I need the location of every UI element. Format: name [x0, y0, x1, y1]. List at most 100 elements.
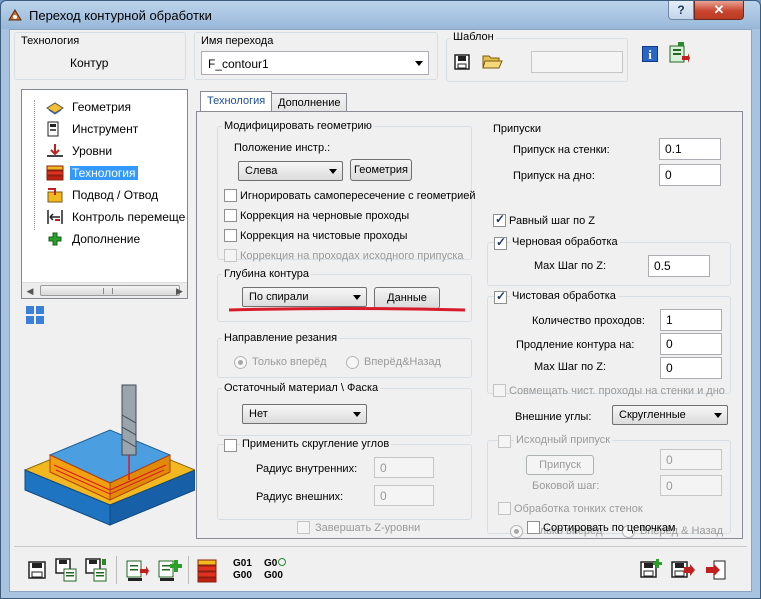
chevron-down-icon	[329, 169, 337, 174]
levels-icon	[47, 144, 63, 157]
wall-allowance-field[interactable]: 0.1	[659, 138, 721, 160]
allowances-title: Припуски	[493, 123, 541, 135]
g-code-preview-button[interactable]: G01 G00	[233, 558, 257, 584]
geometry-option-label: Игнорировать самопересечение с геометрие…	[240, 190, 476, 202]
sort-chains-checkbox[interactable]	[527, 521, 540, 534]
tree-item-label: Уровни	[72, 144, 113, 158]
geometry-option-label: Коррекция на проходах исходного припуска	[240, 250, 464, 262]
save-and-add-icon[interactable]	[639, 558, 663, 582]
geometry-option-label: Коррекция на черновые проходы	[240, 210, 410, 222]
stock-allowance-checkbox[interactable]	[498, 435, 511, 448]
grid-view-icon[interactable]	[26, 306, 44, 324]
cut-direction-title: Направление резания	[222, 332, 340, 344]
operation-name-combo[interactable]: F_contour1	[201, 51, 429, 75]
contour-extension-field[interactable]: 0	[660, 333, 722, 355]
finish-z-levels-label: Завершать Z-уровни	[315, 522, 421, 534]
calculate-icon[interactable]	[124, 557, 150, 583]
stock-allowance-title: Исходный припуск	[514, 434, 613, 446]
g00-label-2: G00	[264, 570, 283, 581]
combine-finish-checkbox[interactable]	[493, 384, 506, 397]
geometry-option-checkbox[interactable]	[224, 249, 237, 262]
outer-corners-value: Скругленные	[619, 409, 686, 421]
forward-back-radio[interactable]	[346, 356, 359, 369]
inner-radius-field[interactable]: 0	[374, 457, 434, 478]
technology-panel: Модифицировать геометрию Положение инстр…	[196, 111, 743, 539]
open-folder-icon[interactable]	[481, 51, 503, 71]
scroll-left-icon[interactable]: ◀	[22, 283, 38, 299]
corner-rounding-title: Применить скругление углов	[240, 438, 392, 450]
close-button[interactable]: ✕	[694, 1, 744, 20]
corner-rounding-checkbox[interactable]	[224, 439, 237, 452]
scroll-right-icon[interactable]: ▶	[172, 283, 187, 299]
help-button[interactable]: ?	[668, 1, 694, 20]
template-field[interactable]	[531, 51, 623, 73]
geometry-option-label: Коррекция на чистовые проходы	[240, 230, 408, 242]
stock-forward-only-radio[interactable]	[510, 525, 523, 538]
geometry-button[interactable]: Геометрия	[350, 159, 412, 181]
contour-depth-combo[interactable]: По спирали	[242, 287, 367, 307]
outer-corners-label: Внешние углы:	[515, 411, 592, 423]
geometry-option-checkbox[interactable]	[224, 209, 237, 222]
residual-material-value: Нет	[249, 408, 268, 420]
outer-radius-field[interactable]: 0	[374, 485, 434, 506]
cut-direction-group: Направление резания Только вперёд Вперёд…	[217, 332, 472, 378]
tree-item-label: Технология	[70, 166, 138, 180]
rough-cutting-checkbox[interactable]	[494, 235, 507, 250]
stock-allowance-group: Исходный припуск Припуск 0 Боковой шаг: …	[487, 434, 731, 538]
gear-icon	[278, 558, 287, 566]
tool-position-label: Положение инстр.:	[234, 142, 331, 154]
approach-retract-icon	[47, 188, 63, 203]
technology-group: Технология Контур	[14, 32, 186, 80]
save-and-close-icon[interactable]	[670, 558, 696, 582]
tool-icon	[47, 121, 59, 137]
equal-z-step-checkbox[interactable]	[493, 212, 506, 227]
outer-corners-combo[interactable]: Скругленные	[612, 405, 728, 425]
title-bar[interactable]: Переход контурной обработки ? ✕	[1, 1, 760, 29]
modify-geometry-title: Модифицировать геометрию	[222, 120, 374, 132]
thin-walls-checkbox[interactable]	[498, 502, 511, 515]
export-icon[interactable]	[668, 42, 690, 66]
save-icon[interactable]	[26, 559, 48, 581]
tab-technology[interactable]: Технология	[200, 91, 273, 113]
finish-max-step-label: Max Шаг по Z:	[534, 361, 607, 373]
dialog-client: Технология Контур Имя перехода F_contour…	[9, 29, 752, 592]
geometry-option-checkbox[interactable]	[224, 189, 237, 202]
add-operation-icon[interactable]	[156, 557, 182, 583]
wall-allowance-label: Припуск на стенки:	[513, 144, 610, 156]
exit-icon[interactable]	[704, 558, 728, 582]
svg-text:i: i	[648, 47, 652, 62]
floor-allowance-field[interactable]: 0	[659, 164, 721, 186]
technology-icon	[46, 165, 64, 181]
rough-max-step-field[interactable]: 0.5	[648, 255, 710, 277]
g00-label: G00	[233, 570, 252, 581]
scroll-thumb[interactable]	[40, 285, 180, 296]
finish-cutting-checkbox[interactable]	[494, 289, 507, 304]
save-all-icon[interactable]	[84, 557, 108, 583]
g-code-settings-button[interactable]: G0 G00	[264, 558, 290, 584]
residual-material-combo[interactable]: Нет	[242, 404, 367, 424]
tab-addition[interactable]: Дополнение	[271, 93, 348, 113]
side-step-field[interactable]: 0	[660, 475, 722, 496]
outer-radius-label: Радиус внешних:	[256, 491, 344, 503]
tree-horizontal-scrollbar[interactable]: ◀ ▶	[22, 282, 187, 298]
info-icon[interactable]: i	[642, 46, 658, 62]
finish-max-step-field[interactable]: 0	[660, 357, 722, 379]
allowance-button[interactable]: Припуск	[526, 455, 594, 475]
forward-only-radio[interactable]	[234, 356, 247, 369]
save-template-icon[interactable]	[453, 53, 471, 71]
tool-position-combo[interactable]: Слева	[238, 161, 343, 181]
save-params-icon[interactable]	[54, 557, 78, 583]
finish-z-levels-checkbox[interactable]	[297, 521, 310, 534]
residual-material-title: Остаточный материал \ Фаска	[222, 382, 381, 394]
finish-passes-field[interactable]: 1	[660, 309, 722, 331]
combine-finish-label: Совмещать чист. проходы на стенки и дно	[509, 385, 725, 397]
app-logo-icon	[8, 9, 22, 21]
layers-icon[interactable]	[196, 557, 218, 583]
geometry-icon	[46, 102, 64, 115]
geometry-option-checkbox[interactable]	[224, 229, 237, 242]
technology-label: Технология	[21, 35, 80, 47]
tree-item-label: Подвод / Отвод	[72, 188, 159, 202]
allowance-field[interactable]: 0	[660, 449, 722, 470]
contour-depth-group: Глубина контура По спирали Данные	[217, 268, 472, 322]
allowances-group: Припуски Припуск на стенки: 0.1 Припуск …	[487, 123, 731, 188]
